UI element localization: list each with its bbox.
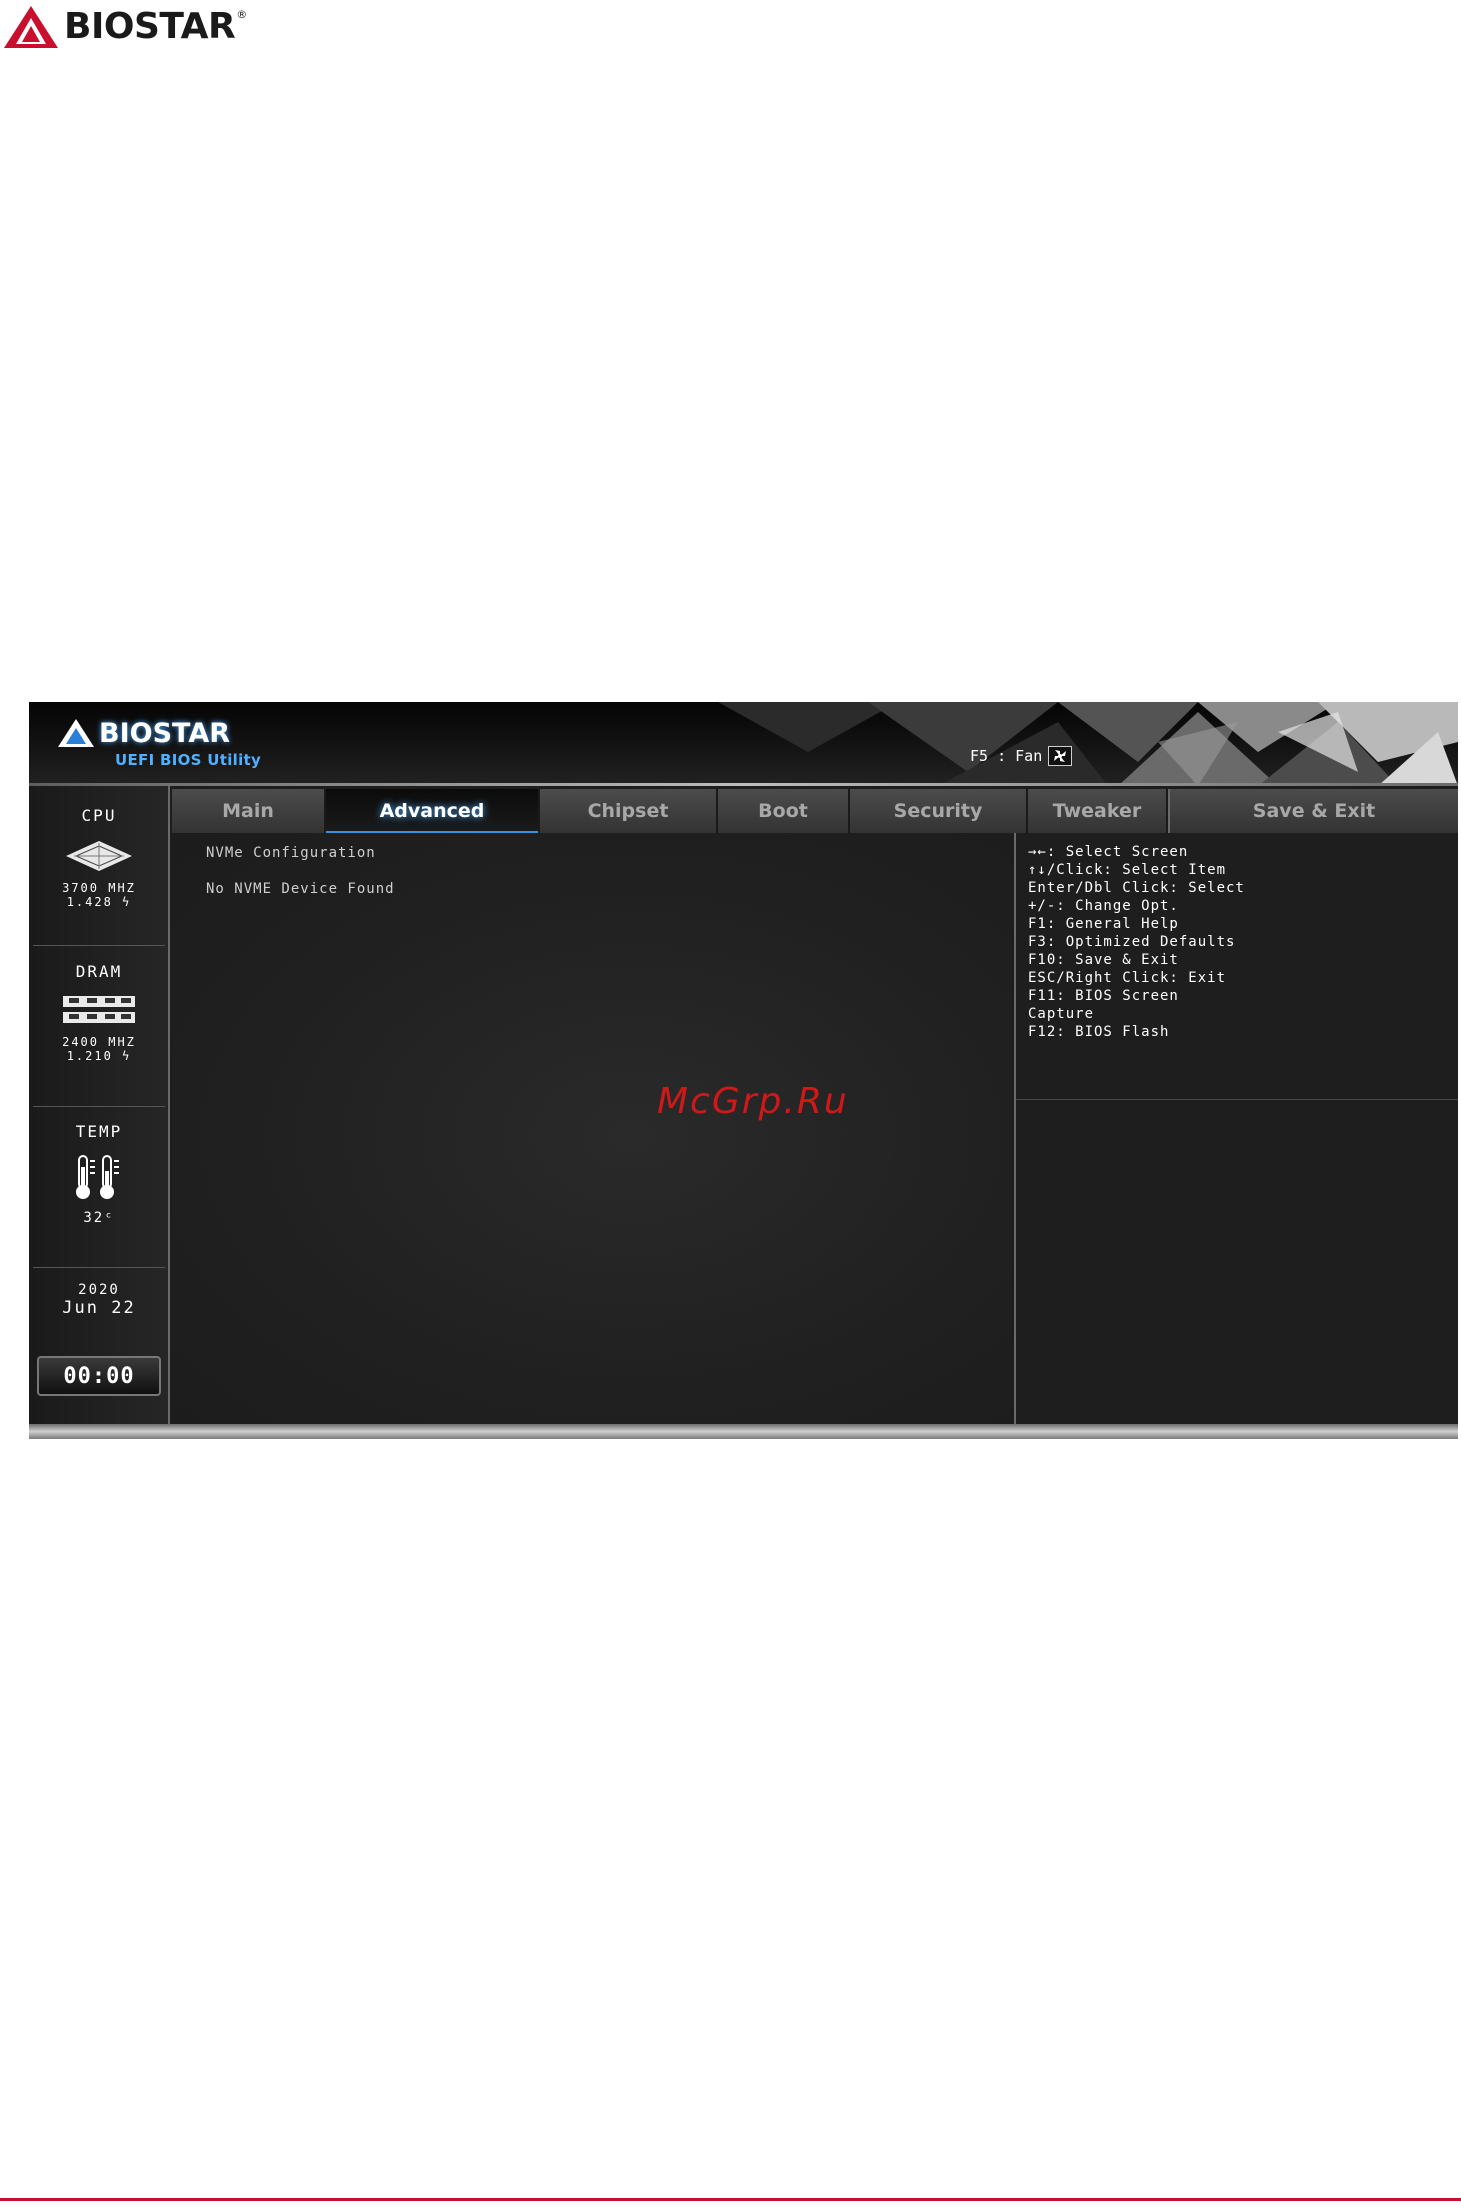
date-month-day: Jun 22 bbox=[62, 1298, 136, 1318]
cpu-frequency: 3700 MHZ bbox=[62, 881, 136, 895]
hotkey-item: +/-: Change Opt. bbox=[1028, 898, 1179, 914]
bios-header: BIOSTAR UEFI BIOS Utility F5 : Fan bbox=[29, 702, 1458, 786]
tab-advanced[interactable]: Advanced bbox=[326, 789, 540, 833]
date-year: 2020 bbox=[78, 1282, 120, 1298]
hotkey-item: Capture bbox=[1028, 1006, 1095, 1022]
hotkey-item: F11: BIOS Screen bbox=[1028, 988, 1179, 1004]
tab-security[interactable]: Security bbox=[850, 789, 1028, 833]
main-content: NVMe Configuration No NVME Device Found … bbox=[172, 833, 1012, 1439]
hotkey-list: →←: Select Screen ↑↓/Click: Select Item … bbox=[1028, 843, 1245, 1041]
bios-brand-text: BIOSTAR bbox=[99, 717, 231, 749]
tab-chipset[interactable]: Chipset bbox=[540, 789, 718, 833]
biostar-logo-icon bbox=[4, 6, 58, 48]
hotkey-item: F3: Optimized Defaults bbox=[1028, 934, 1236, 950]
sidebar-divider bbox=[33, 945, 165, 946]
header-shard-art bbox=[718, 702, 1458, 786]
help-divider bbox=[1016, 1099, 1458, 1100]
hotkey-item: F1: General Help bbox=[1028, 916, 1179, 932]
bios-subtitle: UEFI BIOS Utility bbox=[115, 751, 262, 769]
hotkey-item: F10: Save & Exit bbox=[1028, 952, 1179, 968]
biostar-logo-text: BIOSTAR bbox=[64, 6, 236, 47]
help-panel: →←: Select Screen ↑↓/Click: Select Item … bbox=[1014, 833, 1458, 1439]
header-divider bbox=[29, 783, 1458, 786]
dram-voltage: 1.210 ϟ bbox=[66, 1049, 132, 1063]
thermometer-icon bbox=[76, 1155, 119, 1199]
nvme-configuration-heading: NVMe Configuration bbox=[206, 845, 376, 861]
hotkey-item: Enter/Dbl Click: Select bbox=[1028, 880, 1245, 896]
bios-footer-bar bbox=[29, 1424, 1458, 1439]
temp-value: 32ᶜ bbox=[83, 1210, 115, 1226]
watermark: McGrp.Ru bbox=[657, 1081, 849, 1122]
registered-mark: ® bbox=[236, 8, 248, 21]
hotkey-item: ↑↓/Click: Select Item bbox=[1028, 862, 1227, 878]
dram-frequency: 2400 MHZ bbox=[62, 1035, 136, 1049]
tab-save-exit[interactable]: Save & Exit bbox=[1168, 789, 1458, 833]
fan-hotkey-label: F5 : Fan bbox=[970, 747, 1043, 765]
cpu-panel: CPU 3700 MHZ 1.428 ϟ bbox=[33, 806, 165, 909]
menu-tabs: Main Advanced Chipset Boot Security Twea… bbox=[172, 789, 1458, 833]
sidebar-divider bbox=[33, 1267, 165, 1268]
temp-title: TEMP bbox=[75, 1122, 123, 1141]
hotkey-item: ESC/Right Click: Exit bbox=[1028, 970, 1227, 986]
page-bottom-rule bbox=[0, 2198, 1461, 2201]
bios-screen: BIOSTAR UEFI BIOS Utility F5 : Fan CPU 3… bbox=[29, 702, 1458, 1439]
cpu-chip-icon bbox=[66, 841, 132, 871]
dram-panel: DRAM 2400 MHZ 1.210 ϟ bbox=[33, 962, 165, 1063]
bios-brand-icon bbox=[58, 719, 94, 747]
nvme-status-text: No NVME Device Found bbox=[206, 881, 395, 897]
status-sidebar: CPU 3700 MHZ 1.428 ϟ DRAM 2400 MHZ 1.210… bbox=[29, 786, 170, 1439]
hotkey-item: →←: Select Screen bbox=[1028, 844, 1189, 860]
biostar-logo: BIOSTAR ® bbox=[2, 4, 247, 50]
sidebar-divider bbox=[33, 1106, 165, 1107]
dram-module-icon bbox=[63, 996, 135, 1023]
cpu-title: CPU bbox=[81, 806, 117, 825]
fan-hotkey[interactable]: F5 : Fan bbox=[970, 746, 1073, 766]
dram-title: DRAM bbox=[75, 962, 123, 981]
clock-display: 00:00 bbox=[37, 1356, 161, 1396]
tab-tweaker[interactable]: Tweaker bbox=[1028, 789, 1168, 833]
date-panel: 2020 Jun 22 bbox=[33, 1282, 165, 1318]
tab-boot[interactable]: Boot bbox=[718, 789, 850, 833]
bios-brand: BIOSTAR bbox=[57, 718, 230, 748]
temp-panel: TEMP 32ᶜ bbox=[33, 1122, 165, 1225]
fan-icon bbox=[1048, 746, 1073, 766]
tab-main[interactable]: Main bbox=[172, 789, 326, 833]
hotkey-item: F12: BIOS Flash bbox=[1028, 1024, 1170, 1040]
cpu-voltage: 1.428 ϟ bbox=[66, 895, 132, 909]
